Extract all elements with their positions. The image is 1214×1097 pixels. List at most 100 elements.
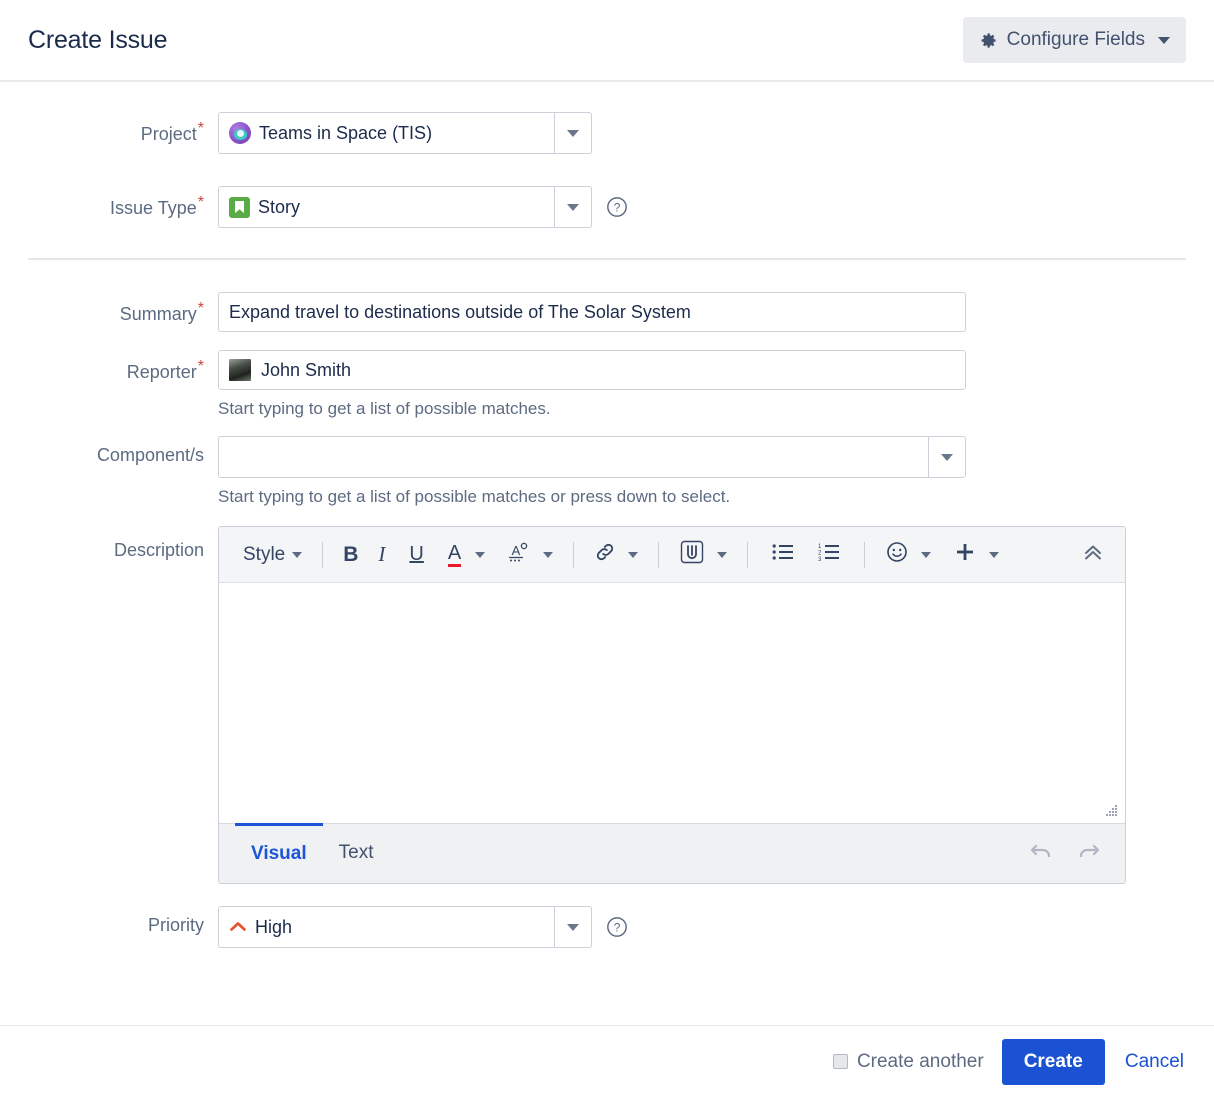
create-another-checkbox[interactable] <box>832 1054 848 1069</box>
attachment-button[interactable] <box>671 536 709 574</box>
project-avatar-icon <box>229 122 251 144</box>
components-hint: Start typing to get a list of possible m… <box>218 487 731 507</box>
tab-visual[interactable]: Visual <box>235 823 323 882</box>
section-divider <box>28 258 1186 260</box>
project-dropdown-arrow[interactable] <box>554 112 592 154</box>
field-issue-type: Issue Type* Story ? <box>0 186 1214 228</box>
dialog-header: Create Issue Configure Fields <box>0 0 1214 82</box>
chevron-down-icon <box>989 551 1000 558</box>
user-avatar-icon <box>229 359 251 381</box>
underline-label: U <box>409 543 424 566</box>
svg-text:?: ? <box>614 201 621 215</box>
highlight-color-dropdown[interactable] <box>535 536 561 574</box>
summary-input[interactable]: Expand travel to destinations outside of… <box>218 292 966 332</box>
text-color-label: A <box>447 542 462 567</box>
numbered-list-button[interactable]: 1 2 3 <box>806 536 852 574</box>
chevron-down-icon <box>717 551 728 558</box>
issue-type-dropdown-arrow[interactable] <box>554 186 592 228</box>
priority-label: Priority <box>147 915 204 936</box>
components-label: Component/s <box>96 445 204 466</box>
create-another-label: Create another <box>856 1050 984 1072</box>
issue-type-help-icon[interactable]: ? <box>606 196 628 218</box>
priority-select[interactable]: High <box>218 906 592 949</box>
paperclip-icon <box>679 539 705 571</box>
chevron-down-icon <box>567 129 579 137</box>
chevron-down-icon <box>567 923 579 931</box>
reporter-label: Reporter* <box>126 358 204 383</box>
create-issue-dialog: Create Issue Configure Fields Project* T… <box>0 0 1214 1097</box>
toolbar-separator <box>573 541 575 568</box>
issue-type-select-value-box[interactable]: Story <box>218 186 554 228</box>
dialog-footer: Create another Create Cancel <box>0 1025 1214 1097</box>
description-label: Description <box>113 540 204 561</box>
summary-value: Expand travel to destinations outside of… <box>229 301 691 322</box>
underline-button[interactable]: U <box>397 536 435 574</box>
project-value: Teams in Space (TIS) <box>259 122 433 143</box>
bullet-list-icon <box>772 542 794 568</box>
attachment-dropdown[interactable] <box>709 536 735 574</box>
style-dropdown-button[interactable]: Style <box>235 536 310 574</box>
issue-type-value: Story <box>258 196 301 217</box>
required-marker: * <box>197 120 204 137</box>
create-another-checkbox-wrap[interactable]: Create another <box>832 1050 984 1073</box>
link-button[interactable] <box>586 536 620 574</box>
bullet-list-button[interactable] <box>760 536 806 574</box>
required-marker: * <box>197 194 204 211</box>
description-textarea[interactable] <box>219 583 1125 824</box>
components-input[interactable] <box>218 436 928 479</box>
emoji-dropdown[interactable] <box>913 536 939 574</box>
create-button-label: Create <box>1023 1050 1083 1072</box>
issue-type-label: Issue Type* <box>110 194 204 219</box>
issue-type-select[interactable]: Story <box>218 186 592 228</box>
italic-button[interactable]: I <box>366 536 397 574</box>
bold-button[interactable]: B <box>335 536 366 574</box>
text-color-button[interactable]: A <box>436 536 467 574</box>
chevron-down-icon <box>475 551 486 558</box>
priority-help-icon[interactable]: ? <box>606 916 628 938</box>
editor-footer: Visual Text <box>219 823 1125 884</box>
svg-text:3: 3 <box>818 557 822 562</box>
insert-dropdown[interactable] <box>981 536 1007 574</box>
insert-button[interactable] <box>939 536 981 574</box>
emoji-icon <box>885 540 909 570</box>
highlight-color-button[interactable]: A <box>493 536 535 574</box>
undo-redo-group <box>1029 840 1109 867</box>
priority-select-value-box[interactable]: High <box>218 906 554 949</box>
field-reporter: Reporter* John Smith Start typing to get… <box>0 350 1214 420</box>
project-label: Project* <box>140 120 204 145</box>
emoji-button[interactable] <box>877 536 913 574</box>
plus-icon <box>953 540 977 570</box>
story-type-icon <box>229 196 250 218</box>
chevron-down-icon <box>292 551 303 558</box>
highlight-icon: A <box>507 541 531 569</box>
undo-icon[interactable] <box>1029 840 1055 867</box>
create-button[interactable]: Create <box>1001 1038 1105 1085</box>
collapse-toolbar-button[interactable] <box>1077 536 1109 574</box>
summary-label: Summary* <box>119 300 204 325</box>
toolbar-separator <box>747 541 749 568</box>
cancel-button-label: Cancel <box>1124 1050 1184 1072</box>
link-dropdown[interactable] <box>620 536 646 574</box>
toolbar-separator <box>322 541 324 568</box>
configure-fields-button[interactable]: Configure Fields <box>962 17 1186 63</box>
redo-icon[interactable] <box>1075 840 1101 867</box>
priority-value: High <box>255 916 293 937</box>
field-components: Component/s Start typing to get a list o… <box>0 436 1214 508</box>
components-select[interactable] <box>218 436 966 479</box>
reporter-input[interactable]: John Smith <box>218 350 966 390</box>
chevron-down-icon <box>921 551 932 558</box>
description-editor: Style B I U A A 1 2 3 Visual Text <box>218 526 1126 885</box>
components-dropdown-arrow[interactable] <box>928 436 966 479</box>
text-color-dropdown[interactable] <box>467 536 493 574</box>
project-select-value-box[interactable]: Teams in Space (TIS) <box>218 112 554 154</box>
resize-grip-icon[interactable] <box>1105 803 1119 817</box>
svg-text:?: ? <box>614 921 621 935</box>
priority-dropdown-arrow[interactable] <box>554 906 592 949</box>
cancel-button[interactable]: Cancel <box>1123 1045 1186 1079</box>
reporter-hint: Start typing to get a list of possible m… <box>218 399 551 418</box>
svg-text:2: 2 <box>818 550 822 556</box>
project-select[interactable]: Teams in Space (TIS) <box>218 112 592 154</box>
svg-text:A: A <box>512 543 521 558</box>
chevron-down-icon <box>1158 36 1170 44</box>
tab-text[interactable]: Text <box>323 823 390 882</box>
